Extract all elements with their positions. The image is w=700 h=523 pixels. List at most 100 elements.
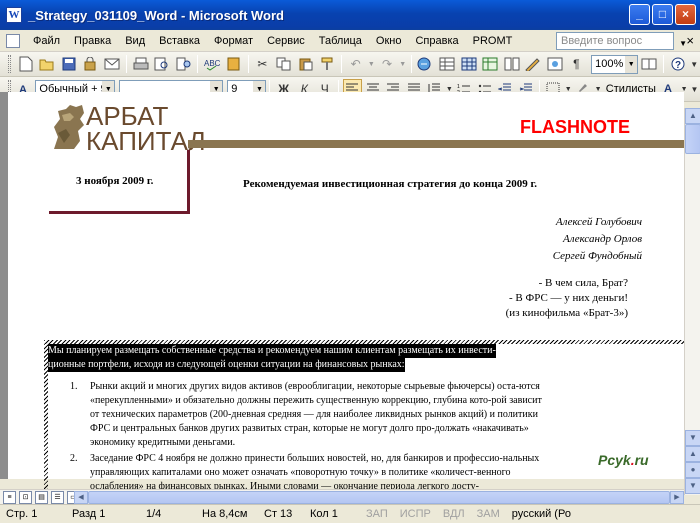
normal-view-icon[interactable]: ≡ [3,490,16,504]
next-page-icon[interactable]: ▼ [685,478,700,494]
open-folder-icon[interactable] [38,54,58,74]
status-pages: 1/4 [146,508,162,520]
toolbar-grip[interactable] [8,55,11,73]
vertical-scroll-thumb[interactable] [685,124,700,154]
status-language[interactable]: русский (Ро [506,508,577,520]
toolbar-options-icon[interactable]: ▼ [689,54,699,74]
selected-paragraph[interactable]: Мы планируем размещать собственные средс… [48,344,496,372]
status-line: Ст 13 [264,508,293,520]
permission-icon[interactable] [81,54,101,74]
read-mode-icon[interactable] [639,54,659,74]
horizontal-scroll-track[interactable]: ◀ ▶ [74,490,684,505]
show-hide-icon[interactable]: ¶ [567,54,587,74]
menu-help[interactable]: Справка [408,35,465,47]
help-search-input[interactable]: Введите вопрос ▼ [556,32,687,50]
copy-icon[interactable] [274,54,294,74]
selected-line: Мы планируем размещать собственные средс… [48,344,496,358]
document-icon[interactable] [6,33,20,48]
menu-window[interactable]: Окно [369,35,409,47]
scroll-left-icon[interactable]: ◀ [74,491,88,504]
close-document-icon[interactable]: × [686,33,694,48]
insert-table-icon[interactable] [459,54,479,74]
menu-edit[interactable]: Правка [67,35,118,47]
watermark-text: Pcyk [598,452,631,468]
standard-toolbar: ABC ✂ ↶ ▼ ↷ ▼ ¶ 100% ▼ ? ▼ [0,52,700,77]
list-number: 2. [70,453,78,464]
drawing-icon[interactable] [523,54,543,74]
undo-dropdown-icon[interactable]: ▼ [367,54,375,74]
watermark-tld: ru [634,452,649,468]
columns-icon[interactable] [502,54,522,74]
minimize-button[interactable]: _ [629,4,650,25]
epigraph-line: (из кинофильма «Брат-3») [505,307,628,319]
scroll-right-icon[interactable]: ▶ [670,491,684,504]
author: Алексей Голубович [555,216,642,228]
print-preview-icon[interactable] [152,54,172,74]
menu-insert[interactable]: Вставка [152,35,207,47]
help-icon[interactable]: ? [668,54,688,74]
status-record[interactable]: ЗАП [360,508,394,520]
cut-icon[interactable]: ✂ [253,54,273,74]
status-track-changes[interactable]: ИСПР [394,508,437,520]
word-app-icon[interactable]: W [6,7,22,23]
status-section: Разд 1 [72,508,106,520]
scroll-down-icon[interactable]: ▼ [685,430,700,446]
author: Сергей Фундобный [552,250,642,262]
paste-icon[interactable] [296,54,316,74]
redo-dropdown-icon[interactable]: ▼ [399,54,407,74]
svg-text:ABC: ABC [204,59,220,68]
report-headline: Рекомендуемая инвестиционная стратегия д… [243,178,537,190]
chevron-down-icon[interactable]: ▼ [625,55,638,73]
menu-file[interactable]: Файл [26,35,67,47]
horizontal-scroll-thumb[interactable] [88,491,670,504]
spelling-icon[interactable]: ABC [202,54,222,74]
vertical-scrollbar[interactable]: ▲ ▼ ▲ ● ▼ [684,108,700,495]
report-date: 3 ноября 2009 г. [76,175,154,187]
menu-format[interactable]: Формат [207,35,260,47]
list-text: Заседание ФРС 4 ноября не должно принест… [90,453,540,492]
selected-line: ционные портфели, исходя из следующей оц… [48,358,405,372]
toolbar-options-icon[interactable]: ▼ [690,79,699,99]
hyperlink-icon[interactable] [416,54,436,74]
previous-page-icon[interactable]: ▲ [685,446,700,462]
save-icon[interactable] [59,54,79,74]
print-icon[interactable] [131,54,151,74]
insert-excel-icon[interactable] [480,54,500,74]
menu-tools[interactable]: Сервис [260,35,312,47]
status-column: Кол 1 [310,508,338,520]
status-overtype[interactable]: ЗАМ [471,508,506,520]
outline-view-icon[interactable]: ☰ [51,490,64,504]
menu-bar: Файл Правка Вид Вставка Формат Сервис Та… [0,30,700,52]
zoom-select[interactable]: 100% ▼ [591,54,639,74]
tables-borders-icon[interactable] [437,54,457,74]
menu-promt[interactable]: PROMT [466,35,520,47]
menu-table[interactable]: Таблица [312,35,369,47]
epigraph-line: - В чем сила, Брат? [538,277,628,289]
close-button[interactable]: × [675,4,696,25]
document-map-icon[interactable] [545,54,565,74]
maximize-button[interactable]: □ [652,4,673,25]
header-rule [188,140,684,148]
toolbar-separator [340,55,342,73]
undo-icon[interactable]: ↶ [346,54,366,74]
list-item: 2. Заседание ФРС 4 ноября не должно прин… [70,452,550,494]
scroll-up-icon[interactable]: ▲ [685,108,700,124]
format-painter-icon[interactable] [317,54,337,74]
menu-view[interactable]: Вид [118,35,152,47]
list-number: 1. [70,381,78,392]
author: Александр Орлов [563,233,642,245]
window-title: _Strategy_031109_Word - Microsoft Word [28,7,284,23]
toolbar-separator [247,55,249,73]
print-layout-icon[interactable]: ▤ [35,490,48,504]
research-icon[interactable] [174,54,194,74]
email-icon[interactable] [102,54,122,74]
research-book-icon[interactable] [224,54,244,74]
zoom-value: 100% [595,57,624,70]
list-item: 1. Рынки акций и многих других видов акт… [70,380,550,450]
new-document-icon[interactable] [16,54,36,74]
redo-icon[interactable]: ↷ [377,54,397,74]
web-view-icon[interactable]: ⊡ [19,490,32,504]
svg-text:?: ? [675,60,681,71]
status-extend[interactable]: ВДЛ [437,508,471,520]
select-browse-object-icon[interactable]: ● [685,462,700,478]
